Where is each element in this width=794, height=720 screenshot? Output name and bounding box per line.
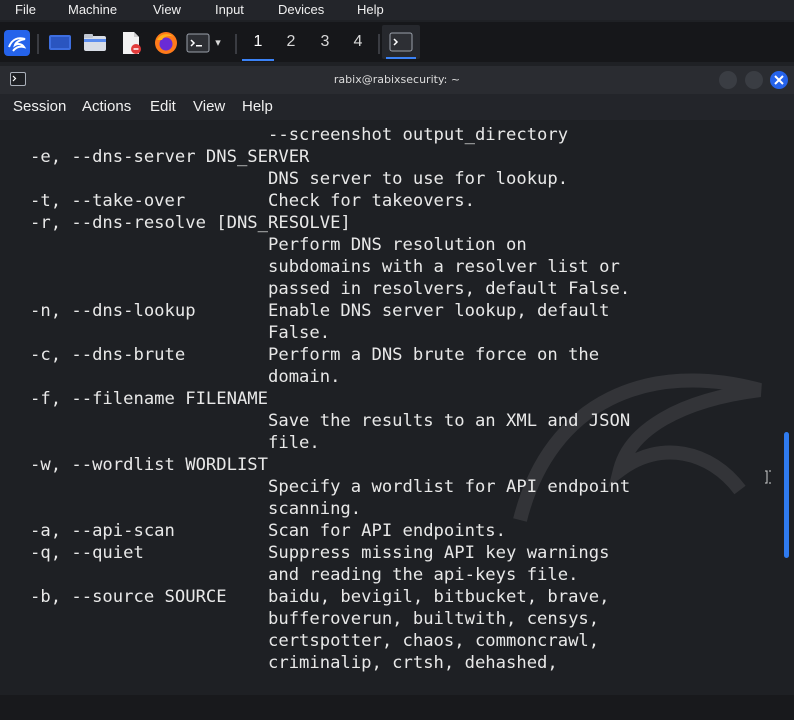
terminal-line: -b, --source SOURCE baidu, bevigil, bitb… bbox=[30, 587, 610, 607]
file-manager-icon[interactable] bbox=[83, 31, 107, 55]
terminal-line: -q, --quiet Suppress missing API key war… bbox=[30, 543, 610, 563]
menu-help[interactable]: Help bbox=[242, 98, 273, 115]
terminal-text: --screenshot output_directory -e, --dns-… bbox=[30, 124, 630, 674]
text-editor-icon[interactable] bbox=[119, 31, 143, 55]
terminal-line: -n, --dns-lookup Enable DNS server looku… bbox=[30, 301, 610, 321]
terminal-line: and reading the api-keys file. bbox=[267, 565, 579, 585]
vm-menu-help[interactable]: Help bbox=[357, 2, 384, 17]
taskbar-window-terminal[interactable] bbox=[382, 25, 420, 59]
terminal-line: subdomains with a resolver list or bbox=[267, 257, 620, 277]
firefox-icon[interactable] bbox=[154, 31, 178, 55]
terminal-line: bufferoverun, builtwith, censys, bbox=[267, 609, 600, 629]
terminal-line: -c, --dns-brute Perform a DNS brute forc… bbox=[30, 345, 600, 365]
terminal-titlebar[interactable]: rabix@rabixsecurity: ~ bbox=[0, 66, 794, 94]
terminal-line: passed in resolvers, default False. bbox=[267, 279, 631, 299]
terminal-line: -w, --wordlist WORDLIST bbox=[30, 455, 268, 475]
terminal-line: -e, --dns-server DNS_SERVER bbox=[30, 147, 310, 167]
terminal-line: --screenshot output_directory bbox=[267, 125, 569, 145]
vm-menu-file[interactable]: File bbox=[15, 2, 36, 17]
kali-panel: ▾ 1 2 3 4 bbox=[0, 22, 794, 62]
close-icon bbox=[774, 75, 784, 85]
scrollbar-thumb[interactable] bbox=[784, 432, 789, 558]
vm-menu-input[interactable]: Input bbox=[215, 2, 244, 17]
terminal-line: False. bbox=[267, 323, 331, 343]
terminal-line: Perform DNS resolution on bbox=[267, 235, 527, 255]
terminal-line: -a, --api-scan Scan for API endpoints. bbox=[30, 521, 506, 541]
vm-menu-view[interactable]: View bbox=[153, 2, 181, 17]
terminal-line: -f, --filename FILENAME bbox=[30, 389, 268, 409]
desktop-icon[interactable] bbox=[48, 31, 72, 55]
chevron-down-icon[interactable]: ▾ bbox=[209, 36, 227, 49]
vm-menu-devices[interactable]: Devices bbox=[278, 2, 324, 17]
workspace-2[interactable]: 2 bbox=[278, 33, 304, 51]
terminal-line: Specify a wordlist for API endpoint bbox=[267, 477, 631, 497]
workspace-4[interactable]: 4 bbox=[345, 33, 371, 51]
window-bottom-edge bbox=[0, 695, 794, 720]
kali-dragon-icon[interactable] bbox=[4, 30, 30, 56]
terminal-window-icon bbox=[389, 32, 413, 52]
terminal-menubar: Session Actions Edit View Help bbox=[0, 94, 794, 120]
terminal-line: scanning. bbox=[267, 499, 362, 519]
window-title: rabix@rabixsecurity: ~ bbox=[333, 73, 461, 86]
terminal-output[interactable]: --screenshot output_directory -e, --dns-… bbox=[0, 120, 794, 695]
terminal-line: -r, --dns-resolve [DNS_RESOLVE] bbox=[30, 213, 351, 233]
vm-menu-machine[interactable]: Machine bbox=[68, 2, 117, 17]
menu-actions[interactable]: Actions bbox=[82, 98, 131, 115]
workspace-1[interactable]: 1 bbox=[245, 33, 271, 51]
close-button[interactable] bbox=[770, 71, 788, 89]
terminal-line: criminalip, crtsh, dehashed, bbox=[267, 653, 558, 673]
terminal-line: Save the results to an XML and JSON bbox=[267, 411, 631, 431]
menu-view[interactable]: View bbox=[193, 98, 225, 115]
minimize-button[interactable] bbox=[719, 71, 737, 89]
text-cursor-icon bbox=[765, 470, 771, 484]
workspace-3[interactable]: 3 bbox=[312, 33, 338, 51]
menu-session[interactable]: Session bbox=[13, 98, 66, 115]
terminal-icon[interactable] bbox=[186, 31, 210, 55]
menu-edit[interactable]: Edit bbox=[150, 98, 176, 115]
terminal-line: domain. bbox=[267, 367, 341, 387]
terminal-line: DNS server to use for lookup. bbox=[267, 169, 569, 189]
active-workspace-indicator bbox=[242, 59, 274, 61]
terminal-line: -t, --take-over Check for takeovers. bbox=[30, 191, 475, 211]
terminal-line: file. bbox=[267, 433, 320, 453]
vm-menubar: File Machine View Input Devices Help bbox=[0, 0, 794, 20]
terminal-line: certspotter, chaos, commoncrawl, bbox=[267, 631, 600, 651]
maximize-button[interactable] bbox=[745, 71, 763, 89]
